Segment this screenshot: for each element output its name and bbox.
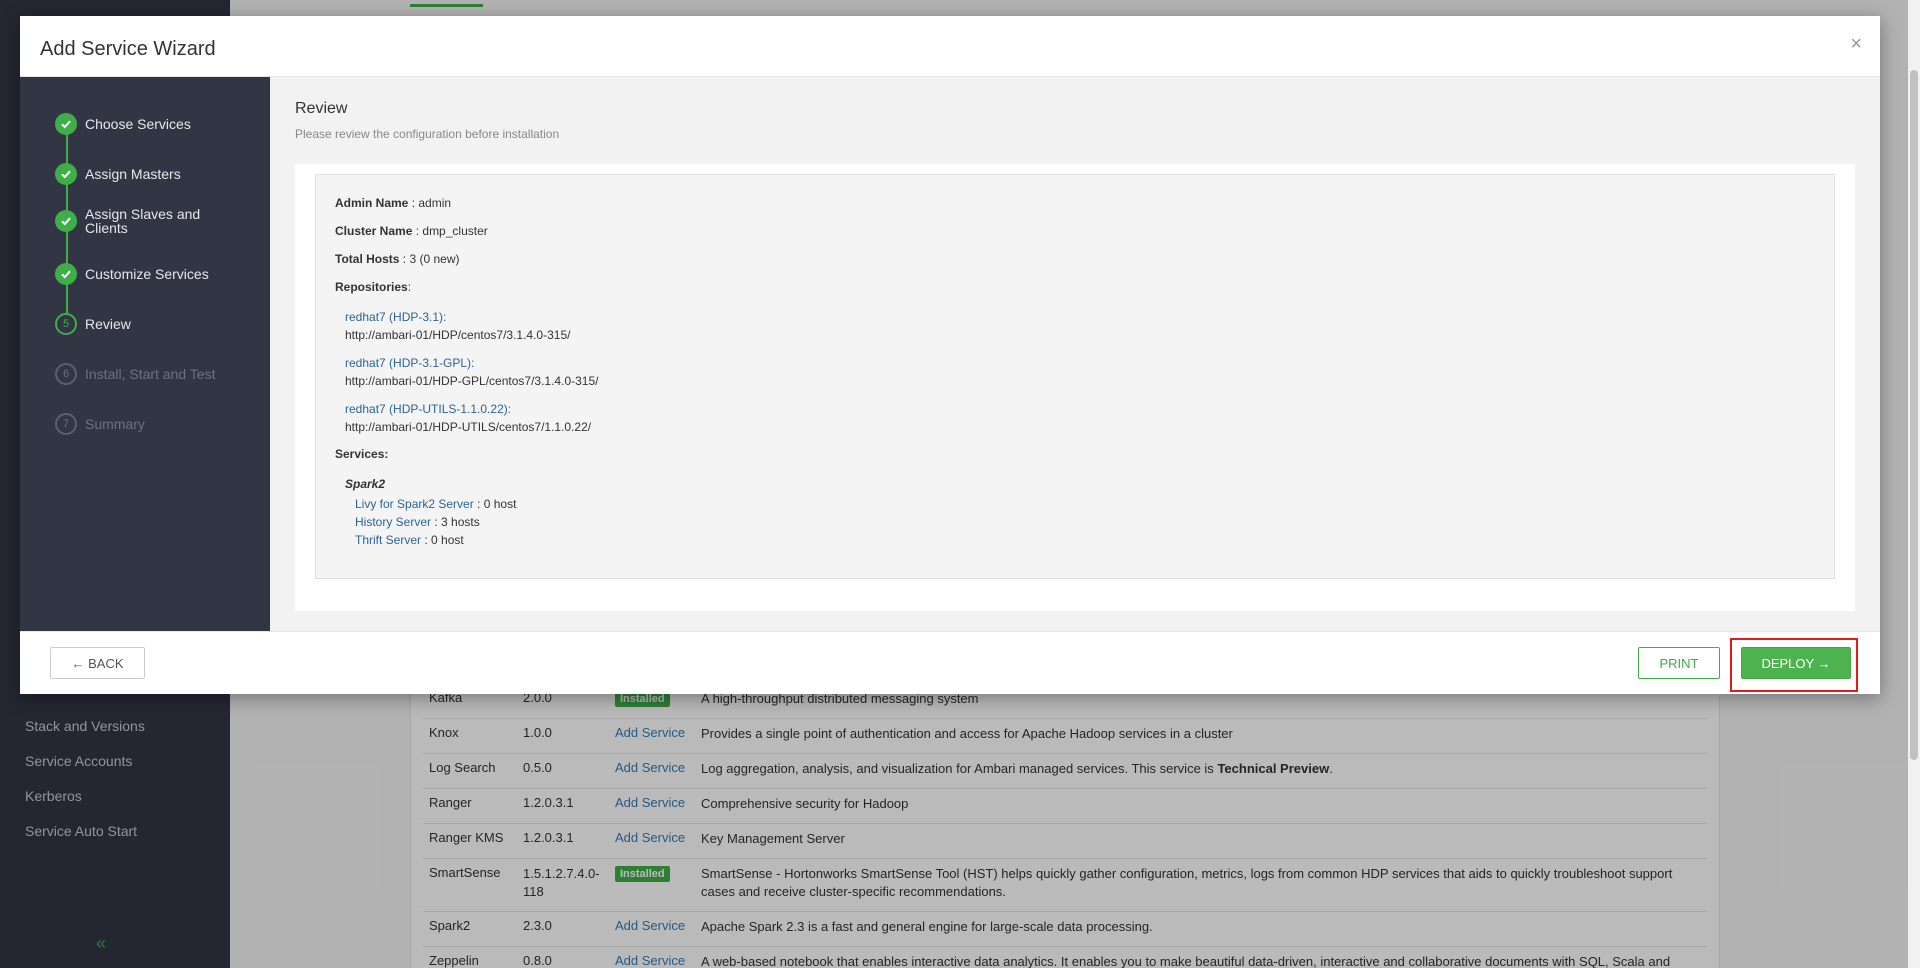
step-label: Review	[85, 316, 131, 332]
component-row: Thrift Server : 0 host	[355, 533, 464, 547]
repo-name: redhat7 (HDP-3.1):	[345, 310, 447, 324]
step-number: 6	[55, 363, 77, 385]
wizard-step-choose-services[interactable]: Choose Services	[55, 113, 225, 135]
step-label: Customize Services	[85, 266, 209, 282]
deploy-button[interactable]: DEPLOY →	[1741, 647, 1851, 679]
component-row: Livy for Spark2 Server : 0 host	[355, 497, 517, 511]
scrollbar-thumb[interactable]	[1910, 70, 1918, 760]
service-name: Spark2	[345, 477, 386, 491]
wizard-step-assign-slaves[interactable]: Assign Slaves and Clients	[55, 207, 225, 235]
step-label: Choose Services	[85, 116, 191, 132]
modal-title: Add Service Wizard	[40, 38, 216, 60]
print-button[interactable]: PRINT	[1638, 647, 1720, 679]
repo-url: http://ambari-01/HDP/centos7/3.1.4.0-315…	[345, 328, 571, 342]
repo-url: http://ambari-01/HDP-UTILS/centos7/1.1.0…	[345, 420, 592, 434]
wizard-step-review[interactable]: 5 Review	[55, 313, 225, 335]
page-scrollbar[interactable]	[1908, 0, 1920, 968]
modal-header: Add Service Wizard ×	[20, 16, 1880, 77]
wizard-step-install: 6 Install, Start and Test	[55, 363, 225, 385]
check-icon	[55, 263, 77, 285]
step-label: Summary	[85, 416, 145, 432]
review-summary-box: Admin Name : admin Cluster Name : dmp_cl…	[315, 174, 1835, 579]
review-subtitle: Please review the configuration before i…	[295, 127, 560, 141]
services-label: Services:	[335, 447, 389, 461]
repo-name: redhat7 (HDP-UTILS-1.1.0.22):	[345, 402, 512, 416]
step-number: 5	[55, 313, 77, 335]
check-icon	[55, 113, 77, 135]
repositories-label: Repositories:	[335, 280, 412, 294]
component-row: History Server : 3 hosts	[355, 515, 480, 529]
add-service-wizard-modal: Add Service Wizard × Choose Services Ass…	[20, 16, 1880, 694]
wizard-steps-nav: Choose Services Assign Masters Assign Sl…	[20, 77, 270, 631]
repo-name: redhat7 (HDP-3.1-GPL):	[345, 356, 475, 370]
back-button[interactable]: ← BACK	[50, 647, 145, 679]
admin-name-row: Admin Name : admin	[335, 196, 452, 210]
step-label: Install, Start and Test	[85, 366, 216, 382]
review-title: Review	[295, 100, 348, 117]
modal-footer: ← BACK PRINT DEPLOY →	[20, 631, 1880, 694]
cluster-name-row: Cluster Name : dmp_cluster	[335, 224, 488, 238]
repo-url: http://ambari-01/HDP-GPL/centos7/3.1.4.0…	[345, 374, 599, 388]
close-icon[interactable]: ×	[1850, 33, 1862, 56]
check-icon	[55, 163, 77, 185]
step-label: Assign Slaves and Clients	[85, 206, 201, 236]
step-number: 7	[55, 413, 77, 435]
step-label: Assign Masters	[85, 166, 181, 182]
check-icon	[55, 210, 77, 232]
review-panel: Admin Name : admin Cluster Name : dmp_cl…	[295, 164, 1855, 611]
wizard-step-assign-masters[interactable]: Assign Masters	[55, 163, 225, 185]
total-hosts-row: Total Hosts : 3 (0 new)	[335, 252, 460, 266]
wizard-step-customize-services[interactable]: Customize Services	[55, 263, 225, 285]
wizard-content: Review Please review the configuration b…	[270, 77, 1880, 631]
wizard-step-summary: 7 Summary	[55, 413, 225, 435]
